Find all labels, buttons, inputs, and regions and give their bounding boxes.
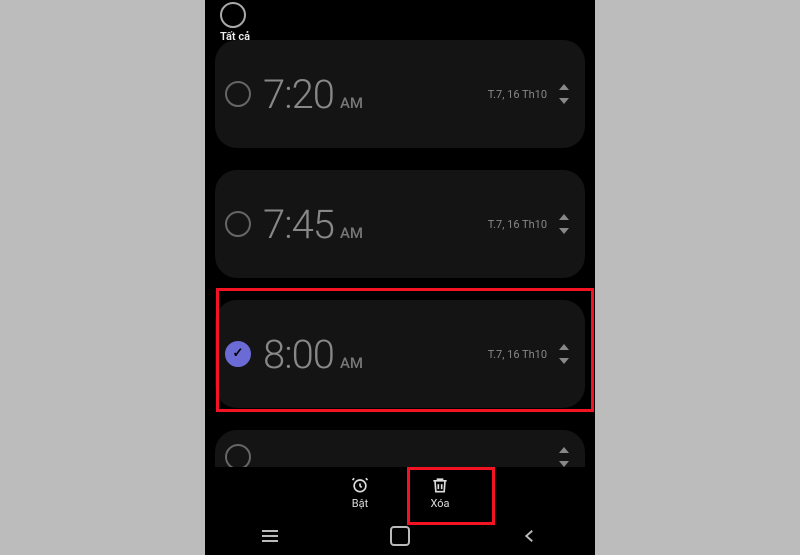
select-all-control[interactable]: Tất cả xyxy=(220,2,250,43)
expand-icon[interactable] xyxy=(557,446,571,468)
alarm-checkbox[interactable] xyxy=(225,341,251,367)
enable-label: Bật xyxy=(352,497,368,510)
alarm-card[interactable]: 7:45 AM T.7, 16 Th10 xyxy=(215,170,585,278)
alarm-checkbox[interactable] xyxy=(225,211,251,237)
alarm-time-value: 8:00 xyxy=(263,331,334,378)
alarm-clock-icon xyxy=(350,475,370,495)
home-button[interactable] xyxy=(390,526,410,546)
alarm-date: T.7, 16 Th10 xyxy=(488,348,547,361)
expand-icon[interactable] xyxy=(557,213,571,235)
trash-icon xyxy=(430,475,450,495)
select-all-circle[interactable] xyxy=(220,2,246,28)
alarm-ampm: AM xyxy=(340,224,363,242)
alarm-card[interactable]: 7:20 AM T.7, 16 Th10 xyxy=(215,40,585,148)
alarm-time-value: 7:20 xyxy=(263,71,334,118)
alarm-time: 8:00 AM xyxy=(263,331,363,378)
alarm-checkbox[interactable] xyxy=(225,81,251,107)
enable-button[interactable]: Bật xyxy=(350,475,370,510)
alarm-time-value: 7:45 xyxy=(263,201,334,248)
recents-button[interactable] xyxy=(260,526,280,546)
alarm-date: T.7, 16 Th10 xyxy=(488,218,547,231)
alarm-list: 7:20 AM T.7, 16 Th10 7:45 AM T.7, 16 Th1… xyxy=(215,40,585,474)
delete-label: Xóa xyxy=(430,497,449,510)
alarm-time: 7:20 AM xyxy=(263,71,363,118)
bottom-action-bar: Bật Xóa xyxy=(205,467,595,517)
alarm-date: T.7, 16 Th10 xyxy=(488,88,547,101)
alarm-ampm: AM xyxy=(340,94,363,112)
delete-button[interactable]: Xóa xyxy=(430,475,450,510)
phone-screen: Tất cả 7:20 AM T.7, 16 Th10 7:45 AM T.7,… xyxy=(205,0,595,555)
alarm-time: 7:45 AM xyxy=(263,201,363,248)
alarm-ampm: AM xyxy=(340,354,363,372)
expand-icon[interactable] xyxy=(557,83,571,105)
android-nav-bar xyxy=(205,517,595,555)
back-button[interactable] xyxy=(520,526,540,546)
expand-icon[interactable] xyxy=(557,343,571,365)
alarm-card[interactable]: 8:00 AM T.7, 16 Th10 xyxy=(215,300,585,408)
